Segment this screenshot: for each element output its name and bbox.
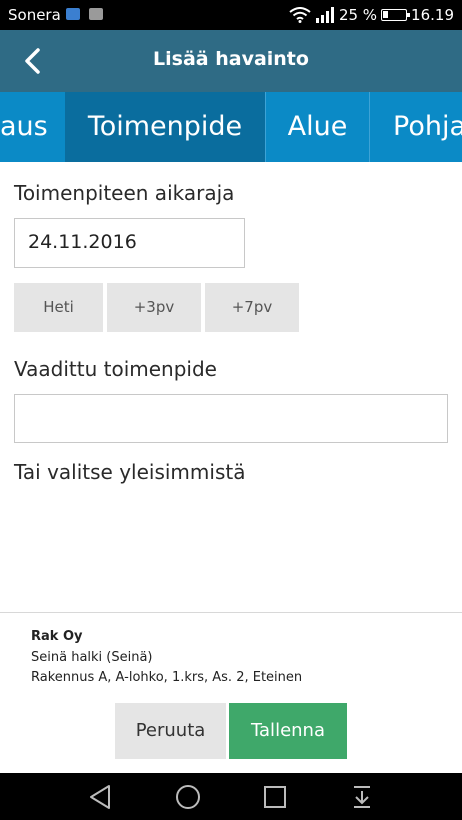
divider [0, 612, 462, 613]
home-circle-icon[interactable] [175, 784, 201, 810]
recent-apps-icon[interactable] [263, 784, 287, 810]
location-summary: Rakennus A, A-lohko, 1.krs, As. 2, Etein… [31, 670, 303, 685]
image-notification-icon [89, 8, 103, 20]
observation-summary: Seinä halki (Seinä) [31, 650, 153, 665]
deadline-label: Toimenpiteen aikaraja [14, 181, 235, 205]
deadline-plus3-button[interactable]: +3pv [107, 283, 201, 332]
deadline-plus7-button[interactable]: +7pv [205, 283, 299, 332]
tab-pohja[interactable]: Pohja [370, 92, 462, 162]
tab-alue[interactable]: Alue [266, 92, 369, 162]
signal-icon [315, 7, 334, 23]
required-action-label: Vaadittu toimenpide [14, 357, 217, 381]
clock: 16.19 [411, 6, 454, 24]
carrier-name: Sonera [8, 6, 61, 24]
status-right: 25 % 16.19 [289, 6, 454, 24]
tab-bar: aus Toimenpide Alue Pohja [0, 92, 462, 162]
navigation-bar [0, 773, 462, 820]
deadline-now-button[interactable]: Heti [14, 283, 103, 332]
notification-pulldown-icon[interactable] [350, 784, 374, 810]
cancel-button[interactable]: Peruuta [115, 703, 226, 759]
wifi-icon [289, 7, 311, 23]
messenger-notification-icon [66, 8, 80, 20]
tab-toimenpide[interactable]: Toimenpide [65, 92, 265, 162]
status-bar: Sonera 25 % 16.19 [0, 0, 462, 30]
tab-previous[interactable]: aus [0, 92, 64, 162]
battery-percentage: 25 % [338, 6, 378, 24]
page-title: Lisää havainto [153, 48, 309, 70]
common-actions-label: Tai valitse yleisimmistä [14, 460, 246, 484]
back-triangle-icon[interactable] [88, 784, 112, 810]
deadline-date-input[interactable]: 24.11.2016 [14, 218, 245, 268]
app-bar: Lisää havainto [0, 30, 462, 92]
required-action-input[interactable] [14, 394, 448, 443]
battery-icon [381, 9, 411, 21]
save-button[interactable]: Tallenna [229, 703, 347, 759]
company-name: Rak Oy [31, 629, 83, 644]
